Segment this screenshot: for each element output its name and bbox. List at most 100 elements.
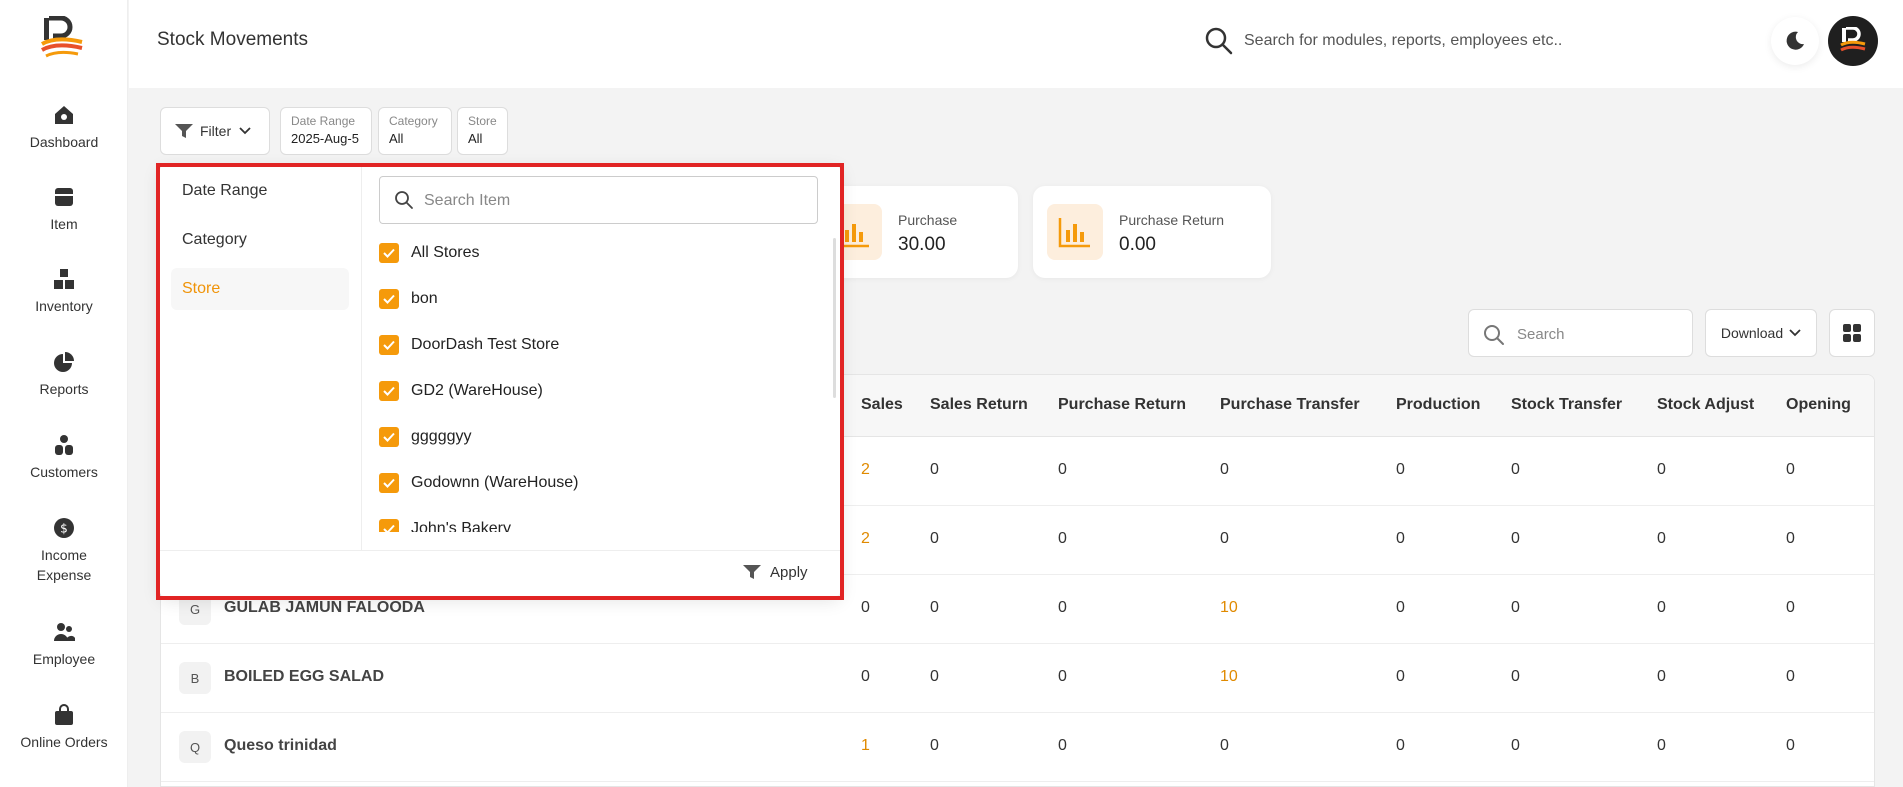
stat-card-purchase: Purchase 30.00	[812, 186, 1018, 278]
checkbox-checked[interactable]	[379, 519, 399, 532]
filter-category-store[interactable]: Store	[171, 268, 349, 310]
boxes-icon	[54, 269, 74, 289]
chip-value: All	[468, 131, 483, 146]
store-option-label: GD2 (WareHouse)	[411, 382, 543, 399]
grid-icon	[1843, 324, 1861, 342]
store-option-label: DoorDash Test Store	[411, 336, 560, 353]
store-option[interactable]: DoorDash Test Store	[379, 332, 559, 358]
item-name[interactable]: Queso trinidad	[224, 737, 337, 755]
svg-text:$: $	[60, 522, 68, 536]
table-row[interactable]: B BOILED EGG SALAD 0 0 0 10 0 0 0 0	[161, 644, 1874, 713]
column-header[interactable]: Purchase Return	[1058, 396, 1186, 414]
table-cell: 0	[1511, 599, 1520, 616]
sidebar-item-income-expense[interactable]: $ Income Expense	[0, 517, 128, 585]
check-icon	[383, 294, 395, 304]
stat-card-purchase-return: Purchase Return 0.00	[1033, 186, 1271, 278]
column-header[interactable]: Sales	[861, 396, 903, 414]
table-cell: 0	[1786, 530, 1795, 547]
filter-chip-category[interactable]: Category All	[378, 107, 452, 155]
column-header[interactable]: Stock Adjust	[1657, 396, 1754, 414]
table-cell: 0	[1657, 461, 1666, 478]
brand-logo[interactable]	[38, 15, 90, 60]
filter-dropdown: Date Range Category Store All Stores bon…	[160, 166, 840, 596]
table-cell: 0	[1058, 599, 1067, 616]
sidebar-item-dashboard[interactable]: Dashboard	[0, 104, 128, 152]
store-options-panel: All Stores bon DoorDash Test Store GD2 (…	[363, 166, 840, 550]
column-header[interactable]: Sales Return	[930, 396, 1028, 414]
column-header[interactable]: Purchase Transfer	[1220, 396, 1360, 414]
checkbox-checked[interactable]	[379, 381, 399, 401]
store-option[interactable]: bon	[379, 286, 438, 312]
sidebar-item-reports[interactable]: Reports	[0, 351, 128, 399]
store-option-label: bon	[411, 290, 438, 307]
grid-view-button[interactable]	[1829, 309, 1875, 357]
store-option[interactable]: Godownn (WareHouse)	[379, 470, 578, 496]
download-button-label: Download	[1720, 325, 1784, 341]
table-cell: 0	[930, 737, 939, 754]
store-search[interactable]	[379, 176, 818, 224]
filter-button[interactable]: Filter	[160, 107, 270, 155]
store-option[interactable]: gggggyy	[379, 424, 472, 450]
check-icon	[383, 478, 395, 488]
table-cell: 0	[1786, 737, 1795, 754]
sidebar-item-label: Reports	[39, 381, 89, 397]
search-icon[interactable]	[1204, 26, 1234, 56]
stat-label: Purchase	[898, 212, 958, 228]
item-name[interactable]: BOILED EGG SALAD	[224, 668, 384, 686]
checkbox-checked[interactable]	[379, 335, 399, 355]
theme-toggle-button[interactable]	[1771, 17, 1819, 65]
column-header[interactable]: Opening	[1786, 396, 1851, 414]
checkbox-checked[interactable]	[379, 427, 399, 447]
avatar[interactable]	[1828, 16, 1878, 66]
sidebar-item-customers[interactable]: Customers	[0, 434, 128, 482]
table-search-input[interactable]	[1517, 322, 1682, 346]
filter-category-category[interactable]: Category	[171, 219, 349, 261]
table-cell: 0	[861, 599, 870, 616]
shopping-bag-icon	[55, 704, 73, 725]
table-cell: 0	[1511, 737, 1520, 754]
table-search[interactable]	[1468, 309, 1693, 357]
table-cell: 0	[1220, 530, 1229, 547]
table-cell: 2	[861, 461, 870, 478]
filter-category-date-range[interactable]: Date Range	[171, 170, 349, 212]
sidebar-item-online-orders[interactable]: Online Orders	[0, 704, 128, 752]
users-icon	[55, 435, 73, 455]
table-cell: 2	[861, 530, 870, 547]
sidebar-item-employee[interactable]: Employee	[0, 621, 128, 669]
item-name[interactable]: GULAB JAMUN FALOODA	[224, 599, 425, 617]
table-row[interactable]: Q Queso trinidad 1 0 0 0 0 0 0 0	[161, 713, 1874, 782]
scrollbar[interactable]	[833, 238, 836, 398]
filter-button-label: Filter	[200, 123, 232, 139]
item-initial-badge: Q	[179, 731, 211, 763]
store-option[interactable]: All Stores	[379, 240, 479, 266]
filter-chip-store[interactable]: Store All	[457, 107, 508, 155]
filter-chip-date-range[interactable]: Date Range 2025-Aug-5	[280, 107, 372, 155]
sidebar-item-item[interactable]: Item	[0, 186, 128, 234]
table-cell: 0	[1058, 461, 1067, 478]
apply-button[interactable]: Apply	[742, 563, 808, 581]
table-cell: 0	[1396, 737, 1405, 754]
check-icon	[383, 340, 395, 350]
search-icon	[1484, 325, 1504, 345]
table-cell: 0	[1058, 737, 1067, 754]
store-option[interactable]: John's Bakery	[379, 516, 511, 532]
store-option[interactable]: GD2 (WareHouse)	[379, 378, 543, 404]
sidebar-item-label: Online Orders	[20, 734, 108, 750]
table-cell: 0	[1396, 461, 1405, 478]
column-header[interactable]: Production	[1396, 396, 1480, 414]
table-cell: 10	[1220, 599, 1238, 616]
column-header[interactable]: Stock Transfer	[1511, 396, 1622, 414]
checkbox-checked[interactable]	[379, 473, 399, 493]
chevron-down-icon	[1789, 329, 1801, 337]
checkbox-checked[interactable]	[379, 289, 399, 309]
store-search-input[interactable]	[424, 189, 804, 213]
table-cell: 0	[1220, 461, 1229, 478]
store-option-list: All Stores bon DoorDash Test Store GD2 (…	[363, 236, 833, 532]
table-cell: 0	[1657, 599, 1666, 616]
global-search-input[interactable]	[1244, 28, 1574, 54]
sidebar-item-inventory[interactable]: Inventory	[0, 268, 128, 316]
checkbox-checked[interactable]	[379, 243, 399, 263]
chip-key: Store	[468, 114, 497, 128]
store-option-label: Godownn (WareHouse)	[411, 474, 579, 491]
download-button[interactable]: Download	[1705, 309, 1817, 357]
